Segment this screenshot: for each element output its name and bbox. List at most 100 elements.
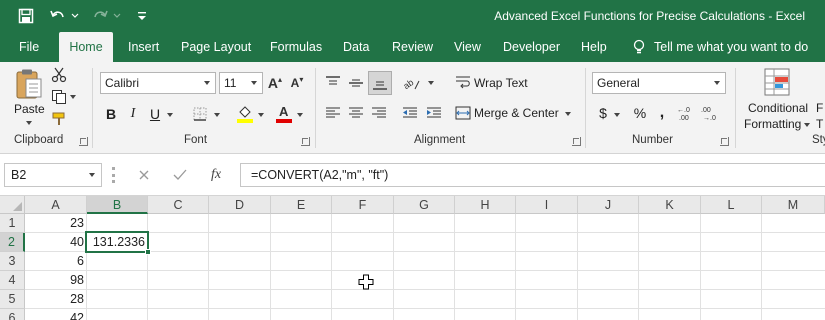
row-header[interactable]: 4 — [0, 271, 25, 290]
column-header[interactable]: G — [394, 196, 455, 214]
cut-icon[interactable] — [50, 66, 68, 84]
cell-a3[interactable]: 6 — [25, 252, 86, 271]
font-color-icon[interactable]: A — [273, 102, 295, 124]
undo-dropdown-icon[interactable] — [70, 4, 80, 28]
accounting-format-icon[interactable]: $ — [594, 103, 612, 123]
decrease-decimal-icon[interactable]: .00 →.0 — [700, 103, 722, 123]
number-launcher-icon[interactable] — [720, 137, 729, 146]
borders-icon[interactable] — [190, 104, 210, 124]
redo-icon[interactable] — [88, 4, 112, 28]
increase-decimal-icon[interactable]: ←.0.00 — [676, 103, 698, 123]
format-painter-icon[interactable] — [50, 110, 68, 128]
font-size-combo[interactable]: 11 — [219, 72, 263, 94]
column-header[interactable]: B — [87, 196, 148, 214]
column-header[interactable]: K — [639, 196, 701, 214]
increase-font-size-icon[interactable]: A ▴ — [266, 72, 284, 94]
tab-data[interactable]: Data — [343, 32, 369, 62]
undo-icon[interactable] — [46, 4, 70, 28]
save-icon[interactable] — [14, 4, 38, 28]
align-right-icon[interactable] — [368, 102, 390, 124]
row-header[interactable]: 2 — [0, 233, 25, 252]
wrap-text-label[interactable]: Wrap Text — [474, 76, 528, 90]
format-as-table-partial-icon[interactable]: T — [816, 117, 823, 131]
formula-bar-grip-icon[interactable] — [112, 167, 115, 183]
font-size-dropdown-icon[interactable] — [248, 73, 260, 93]
column-header[interactable]: L — [701, 196, 762, 214]
tab-developer[interactable]: Developer — [503, 32, 560, 62]
orientation-icon[interactable]: ab — [400, 72, 424, 94]
middle-align-icon[interactable] — [345, 72, 367, 94]
cell-a5[interactable]: 28 — [25, 290, 86, 309]
cell-a6[interactable]: 42 — [25, 309, 86, 320]
tab-home[interactable]: Home — [59, 32, 113, 62]
tab-file[interactable]: File — [19, 32, 39, 62]
underline-dropdown-icon[interactable] — [165, 110, 175, 120]
column-header[interactable]: J — [578, 196, 639, 214]
column-header[interactable]: I — [516, 196, 578, 214]
bottom-align-icon[interactable] — [368, 71, 392, 95]
comma-style-icon[interactable]: , — [654, 103, 670, 123]
row-header[interactable]: 6 — [0, 309, 25, 320]
align-center-icon[interactable] — [345, 102, 367, 124]
column-header[interactable]: F — [332, 196, 394, 214]
worksheet-grid[interactable]: A B C D E F G H I J K L M 1 2 3 4 5 6 23… — [0, 196, 825, 320]
cell-a2[interactable]: 40 — [25, 233, 86, 252]
tab-insert[interactable]: Insert — [128, 32, 159, 62]
format-as-table-partial-icon[interactable]: F — [816, 101, 823, 115]
bold-icon[interactable]: B — [102, 104, 120, 124]
font-name-combo[interactable]: Calibri — [100, 72, 216, 94]
tab-review[interactable]: Review — [392, 32, 433, 62]
column-header[interactable]: C — [148, 196, 209, 214]
conditional-formatting-icon[interactable] — [762, 66, 792, 98]
conditional-formatting-label-line1[interactable]: Conditional — [748, 101, 808, 115]
cell-a4[interactable]: 98 — [25, 271, 86, 290]
select-all-button[interactable] — [0, 196, 25, 214]
orientation-dropdown-icon[interactable] — [426, 78, 436, 88]
alignment-launcher-icon[interactable] — [572, 137, 581, 146]
enter-check-icon[interactable] — [162, 169, 198, 181]
merge-center-dropdown-icon[interactable] — [563, 109, 573, 119]
name-box[interactable]: B2 — [4, 163, 102, 187]
column-header[interactable]: D — [209, 196, 271, 214]
conditional-formatting-dropdown-icon[interactable] — [802, 120, 812, 130]
copy-icon[interactable] — [50, 88, 68, 106]
decrease-font-size-icon[interactable]: A ▾ — [288, 72, 306, 94]
column-header[interactable]: A — [25, 196, 87, 214]
align-left-icon[interactable] — [322, 102, 344, 124]
top-align-icon[interactable] — [322, 72, 344, 94]
tab-view[interactable]: View — [454, 32, 481, 62]
formula-input[interactable]: =CONVERT(A2,"m", "ft") — [240, 163, 825, 187]
column-header[interactable]: E — [271, 196, 332, 214]
column-header[interactable]: M — [762, 196, 825, 214]
copy-dropdown-icon[interactable] — [68, 92, 78, 102]
number-format-dropdown-icon[interactable] — [711, 73, 723, 93]
column-header[interactable]: H — [455, 196, 516, 214]
font-color-dropdown-icon[interactable] — [295, 110, 305, 120]
fill-color-dropdown-icon[interactable] — [256, 110, 266, 120]
fill-color-icon[interactable] — [234, 102, 256, 124]
font-name-dropdown-icon[interactable] — [201, 73, 213, 93]
tell-me-search[interactable]: Tell me what you want to do — [633, 32, 808, 62]
decrease-indent-icon[interactable] — [400, 102, 420, 124]
merge-center-label[interactable]: Merge & Center — [474, 106, 559, 120]
number-format-combo[interactable]: General — [592, 72, 726, 94]
name-box-dropdown-icon[interactable] — [89, 173, 95, 177]
insert-function-icon[interactable]: fx — [198, 167, 234, 183]
cancel-icon[interactable] — [126, 169, 162, 181]
row-header[interactable]: 1 — [0, 214, 25, 233]
percent-style-icon[interactable]: % — [630, 103, 650, 123]
tab-help[interactable]: Help — [581, 32, 607, 62]
customize-qat-icon[interactable] — [130, 4, 154, 28]
font-launcher-icon[interactable] — [301, 137, 310, 146]
wrap-text-icon[interactable] — [454, 72, 472, 92]
paste-button[interactable] — [12, 68, 46, 102]
borders-dropdown-icon[interactable] — [212, 110, 222, 120]
accounting-dropdown-icon[interactable] — [612, 110, 622, 120]
row-header[interactable]: 3 — [0, 252, 25, 271]
increase-indent-icon[interactable] — [424, 102, 444, 124]
underline-icon[interactable]: U — [146, 104, 164, 124]
fill-handle[interactable] — [145, 249, 151, 255]
row-header[interactable]: 5 — [0, 290, 25, 309]
tab-page-layout[interactable]: Page Layout — [181, 32, 251, 62]
conditional-formatting-label-line2[interactable]: Formatting — [744, 117, 801, 131]
